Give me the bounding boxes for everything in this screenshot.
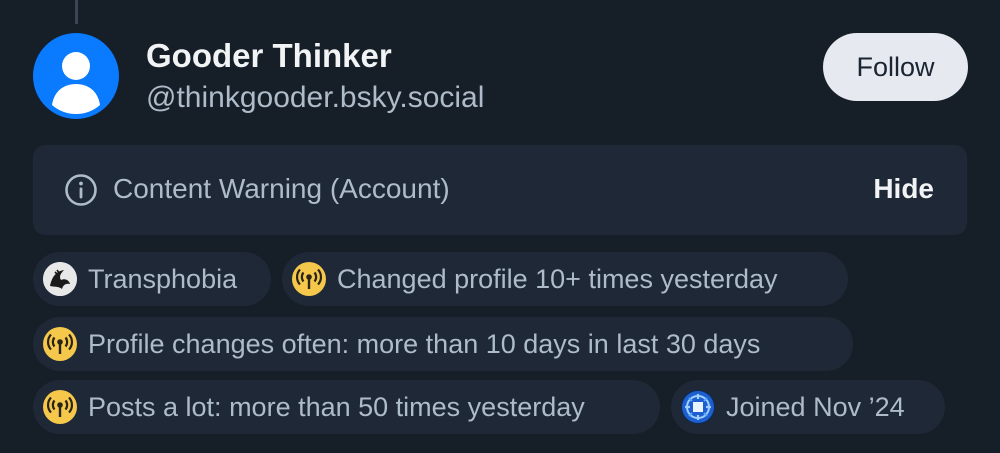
label-text: Transphobia xyxy=(88,263,238,294)
label-text: Joined Nov ’24 xyxy=(726,391,905,422)
label-text: Changed profile 10+ times yesterday xyxy=(337,263,778,294)
label-pill-joined[interactable]: Joined Nov ’24 xyxy=(671,380,945,434)
blue-labeler-icon xyxy=(681,390,715,424)
label-pill-changed-profile[interactable]: Changed profile 10+ times yesterday xyxy=(282,252,848,306)
profile-header: Gooder Thinker @thinkgooder.bsky.social … xyxy=(33,33,968,119)
broadcast-icon xyxy=(43,327,77,361)
avatar[interactable] xyxy=(33,33,119,119)
display-name[interactable]: Gooder Thinker xyxy=(146,37,392,75)
thread-line xyxy=(75,0,78,24)
label-pill-profile-changes-often[interactable]: Profile changes often: more than 10 days… xyxy=(33,317,853,371)
label-pill-posts-a-lot[interactable]: Posts a lot: more than 50 times yesterda… xyxy=(33,380,660,434)
label-text: Posts a lot: more than 50 times yesterda… xyxy=(88,391,585,422)
transphobia-labeler-icon xyxy=(43,262,77,296)
broadcast-icon xyxy=(292,262,326,296)
content-warning-text: Content Warning (Account) xyxy=(113,173,450,204)
label-text: Profile changes often: more than 10 days… xyxy=(88,328,761,359)
content-warning-box[interactable]: Content Warning (Account) Hide xyxy=(33,145,967,235)
broadcast-icon xyxy=(43,390,77,424)
label-pill-transphobia[interactable]: Transphobia xyxy=(33,252,271,306)
handle[interactable]: @thinkgooder.bsky.social xyxy=(146,81,484,115)
profile-card: Gooder Thinker @thinkgooder.bsky.social … xyxy=(0,0,1000,453)
follow-button[interactable]: Follow xyxy=(823,33,968,101)
info-icon xyxy=(64,173,98,207)
hide-button[interactable]: Hide xyxy=(873,173,934,205)
default-avatar-icon xyxy=(52,52,100,114)
